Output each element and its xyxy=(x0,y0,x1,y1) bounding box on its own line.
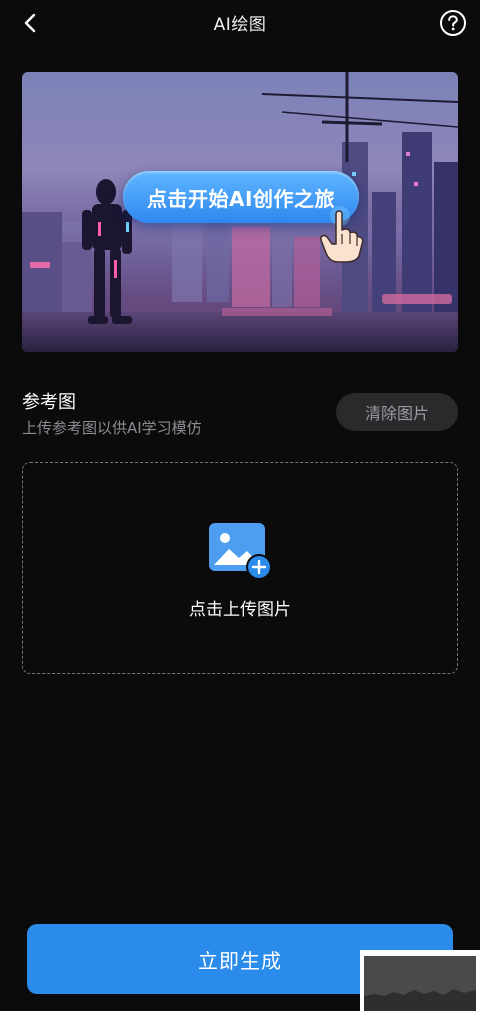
pointing-hand-icon xyxy=(320,206,364,263)
image-add-icon xyxy=(209,523,272,580)
ai-creation-banner[interactable]: 点击开始AI创作之旅 xyxy=(22,72,458,352)
upload-label: 点击上传图片 xyxy=(189,600,291,620)
app-header: AI绘图 xyxy=(0,0,480,46)
clear-image-button[interactable]: 清除图片 xyxy=(336,393,458,431)
reference-subtitle: 上传参考图以供AI学习模仿 xyxy=(22,419,202,437)
question-circle-icon xyxy=(440,10,466,36)
floating-thumbnail[interactable] xyxy=(360,950,480,1011)
thumbnail-image xyxy=(364,956,476,1011)
upload-area[interactable]: 点击上传图片 xyxy=(22,462,458,674)
page-title: AI绘图 xyxy=(213,15,267,35)
reference-title: 参考图 xyxy=(22,392,76,413)
help-button[interactable] xyxy=(438,8,468,38)
